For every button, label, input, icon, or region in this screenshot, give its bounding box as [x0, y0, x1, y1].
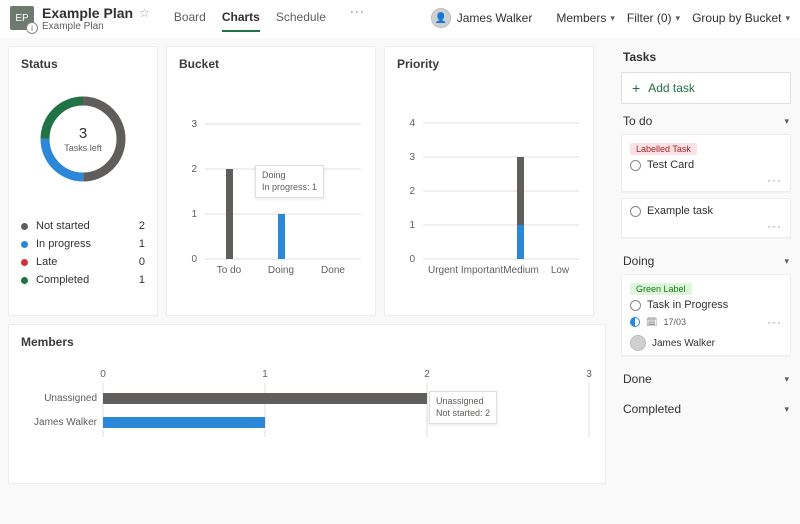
- donut-label: Tasks left: [64, 143, 102, 153]
- svg-text:Important: Important: [461, 265, 503, 276]
- assignee-name: James Walker: [652, 338, 715, 349]
- priority-card: Priority 4 3 2 1 0 Urgent Important Medi…: [384, 46, 594, 316]
- task-name: Task in Progress: [647, 299, 728, 311]
- section-completed[interactable]: Completed▾: [621, 392, 791, 422]
- add-task-button[interactable]: + Add task: [621, 72, 791, 104]
- bucket-tooltip: Doing In progress: 1: [255, 165, 324, 198]
- info-icon[interactable]: i: [26, 22, 38, 34]
- svg-text:3: 3: [586, 369, 592, 380]
- svg-text:Urgent: Urgent: [428, 265, 458, 276]
- svg-text:0: 0: [100, 369, 106, 380]
- priority-bar-chart: 4 3 2 1 0 Urgent Important Medium Low: [397, 79, 583, 299]
- donut-value: 3: [79, 125, 87, 142]
- task-more-icon[interactable]: ···: [630, 171, 782, 187]
- tab-schedule[interactable]: Schedule: [276, 4, 326, 32]
- bucket-title: Bucket: [179, 57, 363, 71]
- chevron-down-icon: ▾: [784, 116, 789, 127]
- status-card: Status 3 Tasks left Not started2 In prog…: [8, 46, 158, 316]
- members-bar-chart: 0 1 2 3 Unassigned James Walker: [21, 357, 595, 477]
- svg-text:4: 4: [409, 118, 415, 129]
- tasks-heading: Tasks: [621, 46, 791, 72]
- tab-charts[interactable]: Charts: [222, 4, 260, 32]
- legend-late: Late0: [21, 253, 145, 271]
- user-avatar-icon: 👤: [431, 8, 451, 28]
- priority-title: Priority: [397, 57, 581, 71]
- task-date: 17/03: [663, 317, 686, 327]
- legend-in-progress: In progress1: [21, 235, 145, 253]
- svg-text:James Walker: James Walker: [34, 417, 98, 428]
- members-card: Members 0 1 2 3 Unassigned James Walker: [8, 324, 606, 484]
- members-tooltip: Unassigned Not started: 2: [429, 391, 497, 424]
- section-todo[interactable]: To do▾: [621, 104, 791, 134]
- task-more-icon[interactable]: ···: [767, 315, 782, 329]
- plan-avatar: EP i: [10, 6, 34, 30]
- svg-text:To do: To do: [217, 265, 242, 276]
- plan-subtitle: Example Plan: [42, 21, 150, 32]
- plan-avatar-text: EP: [15, 13, 28, 24]
- complete-radio[interactable]: [630, 206, 641, 217]
- tabs-more-icon[interactable]: ···: [342, 4, 373, 32]
- svg-text:3: 3: [409, 152, 415, 163]
- task-name: Test Card: [647, 159, 694, 171]
- bucket-card: Bucket 3 2 1 0 To do Doing Done Doing In…: [166, 46, 376, 316]
- user-name: James Walker: [457, 11, 533, 25]
- progress-icon: [630, 317, 640, 327]
- add-task-label: Add task: [648, 81, 695, 95]
- tab-board[interactable]: Board: [174, 4, 206, 32]
- svg-text:1: 1: [262, 369, 268, 380]
- svg-text:Unassigned: Unassigned: [44, 393, 97, 404]
- status-legend: Not started2 In progress1 Late0 Complete…: [21, 217, 145, 289]
- favorite-star-icon[interactable]: ☆: [139, 6, 150, 20]
- status-title: Status: [21, 57, 145, 71]
- filter-dropdown[interactable]: Filter (0)▾: [627, 11, 680, 25]
- svg-text:1: 1: [191, 209, 197, 220]
- complete-radio[interactable]: [630, 300, 641, 311]
- svg-text:0: 0: [409, 254, 415, 265]
- svg-text:0: 0: [191, 254, 197, 265]
- assignee-avatar-icon: [630, 335, 646, 351]
- chevron-down-icon: ▾: [785, 13, 790, 24]
- task-name: Example task: [647, 205, 713, 217]
- svg-text:2: 2: [191, 164, 197, 175]
- members-title: Members: [21, 335, 593, 349]
- task-label: Green Label: [630, 283, 692, 295]
- task-label: Labelled Task: [630, 143, 697, 155]
- task-card-test[interactable]: Labelled Task Test Card ···: [621, 134, 791, 192]
- legend-not-started: Not started2: [21, 217, 145, 235]
- svg-text:1: 1: [409, 220, 415, 231]
- svg-text:2: 2: [424, 369, 430, 380]
- members-dropdown[interactable]: Members▾: [556, 11, 615, 25]
- chevron-down-icon: ▾: [610, 13, 615, 24]
- plan-titles: Example Plan ☆ Example Plan: [42, 5, 150, 32]
- current-user[interactable]: 👤 James Walker: [431, 8, 533, 28]
- svg-text:Done: Done: [321, 265, 345, 276]
- section-done[interactable]: Done▾: [621, 362, 791, 392]
- svg-text:Low: Low: [551, 265, 570, 276]
- svg-text:2: 2: [409, 186, 415, 197]
- header: EP i Example Plan ☆ Example Plan Board C…: [0, 0, 800, 38]
- plan-title: Example Plan: [42, 5, 133, 21]
- complete-radio[interactable]: [630, 160, 641, 171]
- chevron-down-icon: ▾: [784, 404, 789, 415]
- section-doing[interactable]: Doing▾: [621, 244, 791, 274]
- task-more-icon[interactable]: ···: [630, 217, 782, 233]
- task-assignee: James Walker: [630, 329, 782, 351]
- svg-text:Doing: Doing: [268, 265, 294, 276]
- svg-text:Medium: Medium: [503, 265, 539, 276]
- task-card-in-progress[interactable]: Green Label Task in Progress 🗓 17/03 ···…: [621, 274, 791, 356]
- tabs: Board Charts Schedule ···: [174, 4, 373, 32]
- calendar-icon: 🗓: [646, 317, 657, 328]
- chevron-down-icon: ▾: [676, 13, 681, 24]
- group-by-dropdown[interactable]: Group by Bucket▾: [692, 11, 790, 25]
- svg-text:3: 3: [191, 119, 197, 130]
- status-donut-chart: 3 Tasks left: [33, 89, 133, 189]
- legend-completed: Completed1: [21, 271, 145, 289]
- task-card-example[interactable]: Example task ···: [621, 198, 791, 238]
- tasks-panel: Tasks + Add task To do▾ Labelled Task Te…: [621, 46, 791, 514]
- plus-icon: +: [632, 81, 640, 95]
- chevron-down-icon: ▾: [784, 374, 789, 385]
- chevron-down-icon: ▾: [784, 256, 789, 267]
